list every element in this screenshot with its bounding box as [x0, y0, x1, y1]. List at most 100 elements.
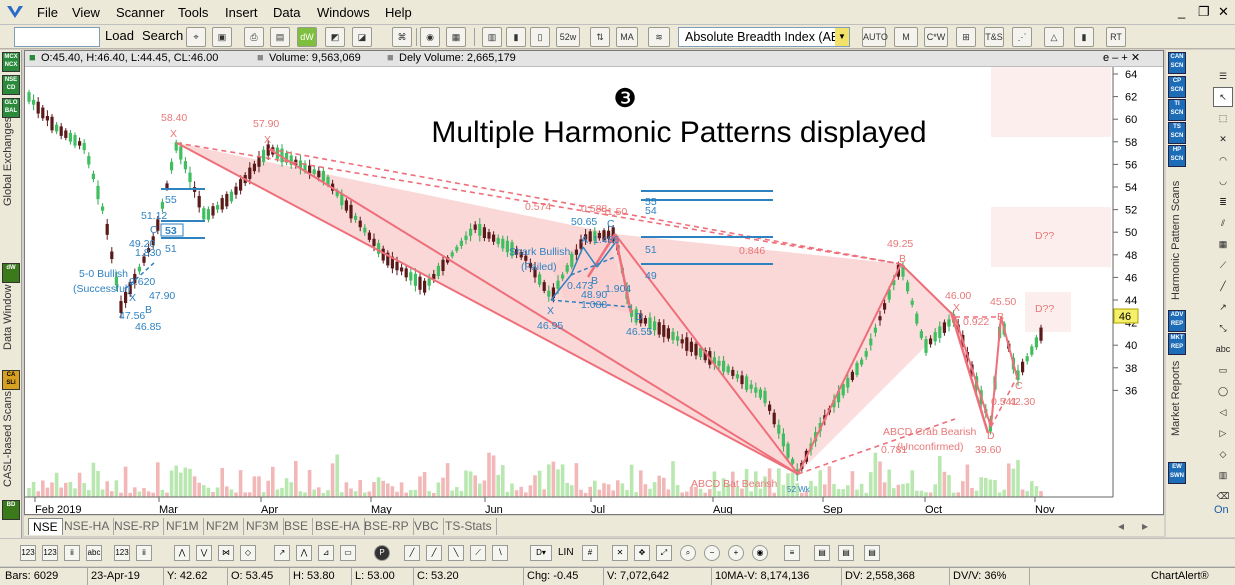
zoom-out-icon[interactable]: − — [704, 545, 720, 561]
grid-icon[interactable]: ⊞ — [956, 27, 976, 47]
pattern-1-icon[interactable]: ⋀ — [174, 545, 190, 561]
zoom-reset-icon[interactable]: ◉ — [752, 545, 768, 561]
globe-icon[interactable]: ◉ — [420, 27, 440, 47]
symbol-input[interactable] — [14, 27, 100, 47]
line-3-icon[interactable]: ╲ — [448, 545, 464, 561]
numbers-3-icon[interactable]: 123 — [114, 545, 130, 561]
pattern-6-icon[interactable]: ⋀ — [296, 545, 312, 561]
tab-nse-ha[interactable]: NSE-HA — [60, 518, 115, 535]
cp-scan-button[interactable]: CP SCN — [1168, 76, 1186, 98]
arrow-right-icon[interactable]: ▷ — [1213, 423, 1233, 443]
grid-lines-icon[interactable]: ▦ — [1213, 234, 1233, 254]
menu-file[interactable]: File — [37, 5, 58, 20]
letters-icon[interactable]: abc — [86, 545, 102, 561]
pattern-3-icon[interactable]: ⋈ — [218, 545, 234, 561]
templates-3-icon[interactable]: ▤ — [864, 545, 880, 561]
ellipse-icon[interactable]: ◯ — [1213, 381, 1233, 401]
data-window-label[interactable]: Data Window — [2, 285, 18, 350]
arc-icon[interactable]: ◠ — [1213, 150, 1233, 170]
numbers-alt-icon[interactable]: 123 — [42, 545, 58, 561]
layout-icon[interactable]: ◩ — [325, 27, 345, 47]
zoom-icon[interactable]: ⌕ — [680, 545, 696, 561]
volume-icon[interactable]: ▯ — [530, 27, 550, 47]
arrow-left-icon[interactable]: ◁ — [1213, 402, 1233, 422]
tab-bse-ha[interactable]: BSE-HA — [311, 518, 365, 535]
pattern-4-icon[interactable]: ◇ — [240, 545, 256, 561]
crosshair-icon[interactable]: ✕ — [612, 545, 628, 561]
arrow-up-icon[interactable]: ◇ — [1213, 444, 1233, 464]
zoom-in-icon[interactable]: + — [728, 545, 744, 561]
line-2-icon[interactable]: ╱ — [426, 545, 442, 561]
search-button[interactable]: Search — [142, 28, 183, 43]
rt-button[interactable]: RT — [1106, 27, 1126, 47]
expand-icon[interactable]: ⤢ — [656, 545, 672, 561]
menu-help[interactable]: Help — [385, 5, 412, 20]
lin-button[interactable]: LIN — [558, 547, 574, 558]
global-button[interactable]: GLO BAL — [2, 98, 20, 118]
line-5-icon[interactable]: ∖ — [492, 545, 508, 561]
rectangle-icon[interactable]: ▭ — [1213, 360, 1233, 380]
pivot-button[interactable]: M PVT — [894, 27, 918, 60]
templates-icon[interactable]: ▤ — [814, 545, 830, 561]
markers-icon[interactable]: ⇅ — [590, 27, 610, 47]
52w-hilo-button[interactable]: 52w HiLo — [556, 27, 580, 60]
cross-icon[interactable]: ✕ — [1213, 129, 1233, 149]
tab-bse-rp[interactable]: BSE-RP — [360, 518, 414, 535]
bars-icon[interactable]: ▮ — [1074, 27, 1094, 47]
fan-icon[interactable]: ⟋ — [1213, 255, 1233, 275]
tab-nf1m[interactable]: NF1M — [162, 518, 204, 535]
tab-bse[interactable]: BSE — [280, 518, 314, 535]
image-icon[interactable]: ▦ — [446, 27, 466, 47]
extend-line-icon[interactable]: ⤡ — [1213, 318, 1233, 338]
tab-nf2m[interactable]: NF2M — [202, 518, 244, 535]
bd-button[interactable]: BD — [2, 500, 20, 520]
tab-nf3m[interactable]: NF3M — [242, 518, 284, 535]
ma-button[interactable]: MA — [616, 27, 638, 47]
fib-fan-icon[interactable]: ⋰ — [1012, 27, 1032, 47]
chart-window[interactable]: ■ O:45.40, H:46.40, L:44.45, CL:46.00 ■ … — [24, 50, 1164, 515]
ray-icon[interactable]: ↗ — [1213, 297, 1233, 317]
tab-nse-rp[interactable]: NSE-RP — [110, 518, 165, 535]
minimize-button[interactable]: _ — [1178, 4, 1185, 19]
menu-view[interactable]: View — [72, 5, 100, 20]
delete-icon[interactable]: ⌫ — [1213, 486, 1233, 506]
menu-insert[interactable]: Insert — [225, 5, 258, 20]
properties-icon[interactable]: ≡ — [784, 545, 800, 561]
page-icon[interactable]: ▤ — [270, 27, 290, 47]
data-window-button[interactable]: dW — [2, 263, 20, 283]
print-icon[interactable]: ⎙ — [244, 27, 264, 47]
global-exchanges-label[interactable]: Global Exchanges — [2, 117, 18, 206]
select-icon[interactable]: ⬚ — [1213, 108, 1233, 128]
pattern-7-icon[interactable]: ⊿ — [318, 545, 334, 561]
market-reports-label[interactable]: Market Reports — [1170, 356, 1186, 436]
export-icon[interactable]: ◪ — [352, 27, 372, 47]
trend-line-icon[interactable]: ╱ — [1213, 276, 1233, 296]
menu-data[interactable]: Data — [273, 5, 300, 20]
load-button[interactable]: Load — [105, 28, 134, 43]
move-icon[interactable]: ✥ — [634, 545, 650, 561]
tab-ts-stats[interactable]: TS-Stats — [441, 518, 497, 535]
casl-button[interactable]: CA SLi — [2, 370, 20, 390]
pattern-5-icon[interactable]: ↗ — [274, 545, 290, 561]
templates-2-icon[interactable]: ▤ — [838, 545, 854, 561]
data-window-icon[interactable]: dW — [297, 27, 317, 47]
roman-2-icon[interactable]: ii — [136, 545, 152, 561]
casl-scans-label[interactable]: CASL-based Scans — [2, 391, 18, 487]
candles-icon[interactable]: ▮ — [506, 27, 526, 47]
line-icon[interactable]: ╱ — [404, 545, 420, 561]
auto-fibo-button[interactable]: AUTO FIBO — [862, 27, 888, 60]
text-tool-icon[interactable]: abc — [1213, 339, 1233, 359]
hp-scan-button[interactable]: HP SCN — [1168, 145, 1186, 167]
close-button[interactable]: ✕ — [1218, 4, 1229, 20]
chevron-down-icon[interactable]: ▼ — [835, 28, 849, 46]
can-scan-button[interactable]: CAN SCN — [1168, 52, 1186, 74]
record-icon[interactable]: P — [374, 545, 390, 561]
channel-icon[interactable]: ⫽ — [1213, 213, 1233, 233]
tab-scroll-left-icon[interactable]: ◂ — [1114, 518, 1128, 535]
bar-chart-icon[interactable]: ▥ — [482, 27, 502, 47]
list-icon[interactable]: ☰ — [1213, 66, 1233, 86]
bars-tool-icon[interactable]: ▥ — [1213, 465, 1233, 485]
restore-button[interactable]: ❐ — [1198, 4, 1210, 20]
d-dropdown-button[interactable]: D▾ — [530, 545, 552, 561]
harmonic-scans-label[interactable]: Harmonic Pattern Scans — [1170, 170, 1186, 300]
